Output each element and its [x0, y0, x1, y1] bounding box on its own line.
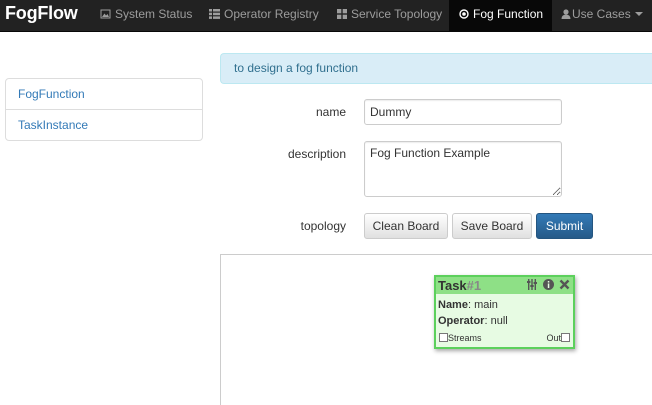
save-board-button[interactable]: Save Board	[452, 213, 532, 239]
settings-icon[interactable]	[527, 279, 538, 293]
task-name-line: Name: main	[438, 299, 498, 311]
nav-system-status[interactable]: System Status	[100, 0, 192, 31]
list-icon	[209, 9, 220, 19]
sidebar-list: FogFunction TaskInstance	[5, 78, 203, 141]
description-label: description	[287, 147, 346, 161]
picture-icon	[100, 9, 111, 19]
top-navbar: FogFlow System Status Operator Registry …	[0, 0, 652, 32]
nav-system-status-label: System Status	[115, 7, 193, 21]
topology-label: topology	[300, 219, 346, 233]
nav-fog-function-label: Fog Function	[473, 7, 544, 21]
checkbox-icon[interactable]	[561, 333, 570, 342]
info-alert: to design a fog function	[220, 53, 652, 84]
output-port-out[interactable]: Out	[546, 333, 570, 343]
submit-button[interactable]: Submit	[536, 213, 593, 239]
close-icon[interactable]	[559, 279, 570, 293]
info-icon[interactable]	[542, 279, 554, 293]
task-node[interactable]: Task#1 Name: main Operator: null Streams…	[434, 275, 575, 349]
nav-use-cases-label: Use Cases	[572, 7, 631, 21]
sidebar-item-fogfunction[interactable]: FogFunction	[6, 79, 202, 109]
record-icon	[459, 9, 469, 19]
name-field[interactable]	[364, 99, 562, 125]
nav-use-cases-dropdown[interactable]: Use Cases	[561, 0, 643, 31]
checkbox-icon[interactable]	[439, 333, 448, 342]
input-port-streams[interactable]: Streams	[439, 333, 482, 343]
grid-icon	[337, 9, 347, 19]
user-icon	[561, 9, 571, 19]
task-operator-line: Operator: null	[438, 315, 508, 327]
task-title: Task#1	[438, 278, 482, 293]
chevron-down-icon	[634, 12, 643, 16]
nav-service-topology[interactable]: Service Topology	[337, 0, 442, 31]
task-node-header[interactable]: Task#1	[436, 277, 573, 294]
description-field[interactable]: Fog Function Example	[364, 141, 562, 197]
sidebar-item-taskinstance[interactable]: TaskInstance	[6, 109, 202, 140]
clean-board-button[interactable]: Clean Board	[364, 213, 448, 239]
nav-fog-function[interactable]: Fog Function	[449, 0, 553, 31]
name-label: name	[315, 105, 346, 119]
brand-logo[interactable]: FogFlow	[5, 3, 78, 24]
task-ports: Streams Out	[436, 333, 573, 345]
nav-service-topology-label: Service Topology	[351, 7, 443, 21]
nav-operator-registry-label: Operator Registry	[224, 7, 319, 21]
nav-operator-registry[interactable]: Operator Registry	[209, 0, 319, 31]
